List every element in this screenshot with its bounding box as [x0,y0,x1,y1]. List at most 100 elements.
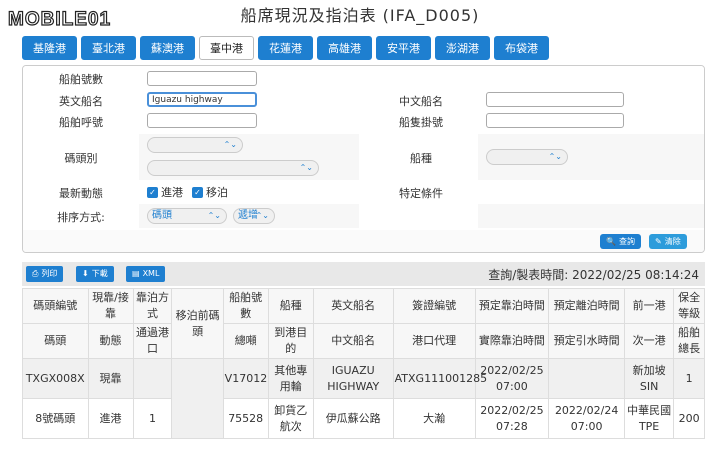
col-security-level: 保全等級 [673,288,705,324]
flag-label: 船隻掛號 [399,116,443,129]
tab-kaohsiung[interactable]: 高雄港 [317,36,372,60]
cell-berthing-method [132,358,173,399]
xml-button-label: XML [142,269,160,278]
callsign-input[interactable] [147,113,257,128]
latest-move-label: 移泊 [206,186,228,199]
chevron-updown-icon: ⌃⌄ [207,211,221,220]
tab-taichung[interactable]: 臺中港 [199,36,254,60]
cell-actual-berth: 2022/02/25 07:28 [474,398,550,439]
col-actual-berth: 實際靠泊時間 [474,323,550,359]
cell-visa-number: ATXG111001285 [392,358,487,399]
cell-previous-pier [171,358,224,439]
ship-type-select[interactable]: ⌃⌄ [486,149,568,165]
cell-pilot-time: 2022/02/24 07:00 [548,398,626,439]
cell-prev-port: 新加坡 SIN [624,358,675,399]
tab-penghu[interactable]: 澎湖港 [435,36,490,60]
cell-pier-number: TXGX008X [22,358,89,399]
print-button-label: 列印 [41,269,58,278]
cell-current: 現靠 [87,358,134,399]
cell-security-level: 1 [673,358,705,399]
cell-port-agent: 大瀚 [392,398,476,439]
download-button[interactable]: ⬇ 下載 [76,266,114,282]
col-transit-port: 通過港口 [132,323,173,359]
header-row-2: 碼頭 動態 通過港口 總噸 到港目的 中文船名 港口代理 實際靠泊時間 預定引水… [22,323,705,359]
english-name-label: 英文船名 [59,95,103,108]
download-button-label: 下載 [91,269,108,278]
clear-button-label: 清除 [664,237,681,246]
tab-keelung[interactable]: 基隆港 [22,36,77,60]
table-row[interactable]: TXGX008X 現靠 V17012 其他專用輪 IGUAZU HIGHWAY … [22,358,705,439]
col-status: 動態 [87,323,134,359]
sort-field-select[interactable]: 碼頭 ⌃⌄ [147,208,227,224]
col-prev-port: 前一港 [624,288,675,324]
tab-budai[interactable]: 布袋港 [494,36,549,60]
tab-suao[interactable]: 蘇澳港 [140,36,195,60]
cell-transit-port: 1 [132,398,173,439]
col-port-agent: 港口代理 [392,323,476,359]
col-ship-length: 船舶總長 [673,323,705,359]
query-button[interactable]: 🔍 查詢 [600,234,641,249]
col-visa-number: 簽證編號 [392,288,476,324]
chinese-name-input[interactable] [486,92,624,107]
search-icon: 🔍 [606,237,616,246]
query-time: 查詢/製表時間: 2022/02/25 08:14:24 [488,268,699,282]
col-eta-berth: 預定靠泊時間 [474,288,550,324]
check-icon: ✓ [192,186,203,198]
cell-etd-berth [548,358,626,399]
page-title: 船席現況及指泊表 (IFA_D005) [240,6,480,25]
file-icon: ▤ [132,269,140,278]
chinese-name-label: 中文船名 [399,95,443,108]
chevron-updown-icon: ⌃⌄ [299,163,313,172]
header-row-1: 碼頭編號 現靠/接靠 靠泊方式 移泊前碼頭 船舶號數 船種 英文船名 簽證編號 … [22,288,705,359]
results-table: 碼頭編號 現靠/接靠 靠泊方式 移泊前碼頭 船舶號數 船種 英文船名 簽證編號 … [22,288,705,439]
pier-select-2[interactable]: ⌃⌄ [147,160,319,176]
ship-number-label: 船舶號數 [59,73,103,86]
col-ship-type: 船種 [267,288,314,324]
english-name-input[interactable]: Iguazu highway [147,92,257,107]
pier-select-1[interactable]: ⌃⌄ [147,137,243,153]
latest-in-checkbox[interactable]: ✓ 進港 [147,184,183,200]
flag-input[interactable] [486,113,624,128]
cell-ship-length: 200 [673,398,705,439]
cell-purpose: 卸貨乙航次 [267,398,314,439]
download-icon: ⬇ [82,269,89,278]
col-berthing-method: 靠泊方式 [132,288,173,324]
pier-label: 碼頭別 [64,152,98,165]
search-panel: 船舶號數 英文船名 Iguazu highway 中文船名 船舶呼號 船隻掛號 … [22,65,705,253]
chevron-updown-icon: ⌃⌄ [548,152,562,161]
ship-number-input[interactable] [147,71,257,86]
col-pier: 碼頭 [22,323,89,359]
query-button-label: 查詢 [618,237,635,246]
cell-ship-type: 其他專用輪 [267,358,314,399]
tab-anping[interactable]: 安平港 [376,36,431,60]
tab-hualien[interactable]: 花蓮港 [258,36,313,60]
check-icon: ✓ [147,186,158,198]
clear-button[interactable]: ✎ 清除 [649,234,687,249]
col-pilot-time: 預定引水時間 [548,323,626,359]
cell-status: 進港 [87,398,134,439]
latest-move-checkbox[interactable]: ✓ 移泊 [192,184,228,200]
cell-chinese-name: 伊瓜蘇公路 [312,398,394,439]
col-chinese-name: 中文船名 [312,323,394,359]
cell-english-name: IGUAZU HIGHWAY [312,358,394,399]
col-etd-berth: 預定離泊時間 [548,288,626,324]
ship-type-label: 船種 [410,152,432,165]
tab-taipei[interactable]: 臺北港 [81,36,136,60]
col-pier-number: 碼頭編號 [22,288,89,324]
col-gross-tonnage: 總噸 [222,323,269,359]
port-tabs: 基隆港 臺北港 蘇澳港 臺中港 花蓮港 高雄港 安平港 澎湖港 布袋港 [22,36,549,60]
chevron-updown-icon: ⌃⌄ [255,211,269,220]
cell-pier: 8號碼頭 [22,398,89,439]
chevron-updown-icon: ⌃⌄ [223,140,237,149]
printer-icon: ⎙ [32,269,39,278]
col-previous-pier: 移泊前碼頭 [171,288,224,359]
sort-order-select[interactable]: 遞增 ⌃⌄ [233,208,275,224]
xml-button[interactable]: ▤ XML [126,266,166,282]
table-row[interactable]: 8號碼頭 進港 1 75528 卸貨乙航次 伊瓜蘇公路 大瀚 2022/02/2… [22,398,705,439]
col-ship-number: 船舶號數 [222,288,269,324]
results-toolbar: ⎙ 列印 ⬇ 下載 ▤ XML 查詢/製表時間: 2022/02/25 08:1… [22,262,705,286]
special-label: 特定條件 [399,187,443,200]
latest-in-label: 進港 [161,186,183,199]
print-button[interactable]: ⎙ 列印 [26,266,64,282]
eraser-icon: ✎ [655,237,662,246]
